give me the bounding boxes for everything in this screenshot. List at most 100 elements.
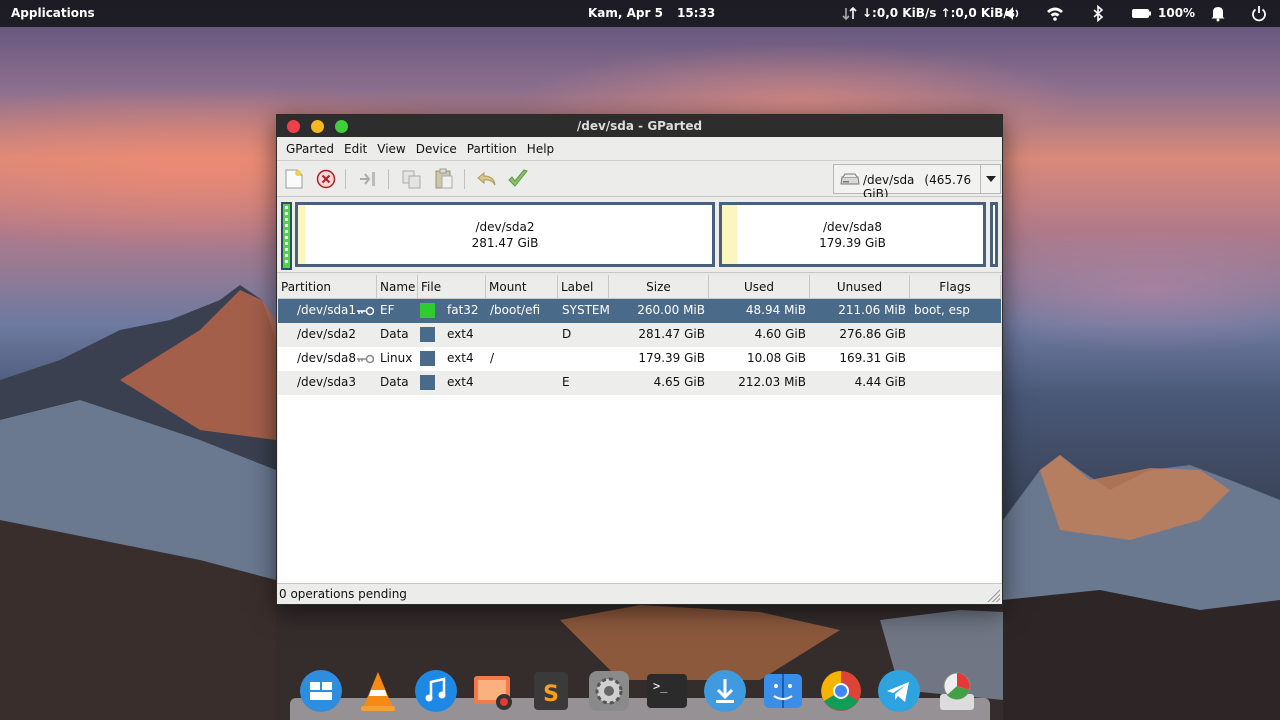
status-bar: 0 operations pending [277, 583, 1002, 604]
menu-help[interactable]: Help [522, 137, 559, 156]
chrome-icon[interactable] [818, 668, 864, 714]
wifi-icon[interactable] [1046, 5, 1064, 22]
menu-gparted[interactable]: GParted [281, 137, 339, 156]
network-activity-icon[interactable] [841, 5, 859, 22]
column-mount-point[interactable]: Mount Point [486, 275, 558, 318]
column-used[interactable]: Used [709, 275, 810, 299]
undo-icon[interactable] [475, 167, 499, 191]
device-name: /dev/sda [863, 173, 915, 187]
filesystem-color-swatch [420, 351, 435, 366]
partition-label: SYSTEM [562, 303, 610, 317]
column-unused[interactable]: Unused [810, 275, 910, 299]
resize-move-icon[interactable] [357, 167, 381, 191]
notification-bell-icon[interactable] [1209, 5, 1227, 22]
disk-map-partition-sda2[interactable]: /dev/sda2 281.47 GiB [295, 202, 715, 267]
column-label[interactable]: Label [558, 275, 609, 299]
table-row[interactable]: /dev/sda2 Data ext4 D 281.47 GiB 4.60 GiB 276.… [278, 323, 1001, 347]
music-icon[interactable] [413, 668, 459, 714]
maximize-window-button[interactable] [335, 120, 348, 133]
disk-map-partition-name: /dev/sda2 [475, 220, 535, 234]
delete-partition-icon[interactable] [314, 167, 338, 191]
files-icon[interactable] [760, 668, 806, 714]
partition-label: D [562, 327, 572, 341]
paste-icon[interactable] [432, 167, 456, 191]
column-size[interactable]: Size [609, 275, 709, 299]
bluetooth-icon[interactable] [1089, 4, 1107, 23]
system-settings-icon[interactable] [586, 668, 632, 714]
screenshot-icon[interactable] [470, 668, 516, 714]
chevron-down-icon [986, 176, 996, 182]
copy-icon[interactable] [400, 167, 424, 191]
window-title: /dev/sda - GParted [576, 119, 703, 133]
operations-pending-status: 0 operations pending [279, 587, 407, 601]
table-row[interactable]: /dev/sda1 EF fat32/boot/efi SYSTEM 260.00 Mi… [278, 299, 1001, 323]
table-row[interactable]: /dev/sda3 Data ext4 E 4.65 GiB 212.03 MiB 4.44… [278, 371, 1001, 395]
menu-device[interactable]: Device [411, 137, 462, 156]
partition-unused: 4.44 GiB [854, 375, 906, 389]
applications-menu[interactable]: Applications [11, 6, 95, 20]
file-system: ext4 [447, 351, 474, 365]
file-system: ext4 [447, 327, 474, 341]
sublime-text-icon[interactable]: S [528, 668, 574, 714]
minimize-window-button[interactable] [311, 120, 324, 133]
partition-name: Data [380, 375, 409, 389]
column-partition[interactable]: Partition [278, 275, 377, 299]
column-file-system[interactable]: File System [418, 275, 486, 318]
table-row[interactable]: /dev/sda8 Linux ext4 / 179.39 GiB 10.08 GiB 16… [278, 347, 1001, 371]
window-titlebar[interactable]: /dev/sda - GParted [277, 115, 1002, 137]
column-flags[interactable]: Flags [910, 275, 1001, 299]
menu-edit[interactable]: Edit [339, 137, 372, 156]
disk-map-partition-sda8[interactable]: /dev/sda8 179.39 GiB [719, 202, 986, 267]
partition-label: E [562, 375, 570, 389]
apply-icon[interactable] [506, 167, 530, 191]
close-window-button[interactable] [287, 120, 300, 133]
menu-view[interactable]: View [372, 137, 410, 156]
volume-icon[interactable] [1004, 5, 1022, 22]
device-selector[interactable]: /dev/sda (465.76 GiB) [833, 164, 1001, 201]
partition-path: /dev/sda2 [297, 327, 357, 341]
table-header: Partition Name File System Mount Point L… [278, 275, 1001, 318]
filesystem-color-swatch [420, 327, 435, 342]
disk-map-partition-size: 281.47 GiB [471, 236, 539, 250]
resize-grip-icon[interactable] [986, 588, 1000, 602]
new-partition-icon[interactable] [282, 167, 306, 191]
app-center-icon[interactable] [702, 668, 748, 714]
file-system: fat32 [447, 303, 479, 317]
table-body: /dev/sda1 EF fat32/boot/efi SYSTEM 260.00 Mi… [278, 299, 1001, 395]
multitasking-view-icon[interactable] [298, 668, 344, 714]
device-dropdown-button[interactable] [980, 165, 1000, 193]
top-panel: Applications Kam, Apr 5 15:33 ↓:0,0 KiB/s… [0, 0, 1280, 27]
disk-map-partition-name: /dev/sda8 [822, 220, 883, 234]
partition-unused: 276.86 GiB [839, 327, 906, 341]
partition-size: 4.65 GiB [653, 375, 705, 389]
partition-path: /dev/sda3 [297, 375, 357, 389]
partition-used: 212.03 MiB [738, 375, 806, 389]
vlc-icon[interactable] [355, 668, 401, 714]
filesystem-color-swatch [420, 375, 435, 390]
svg-text:>_: >_ [653, 679, 668, 693]
hard-disk-icon [840, 173, 860, 185]
power-icon[interactable] [1250, 5, 1268, 22]
telegram-icon[interactable] [876, 668, 922, 714]
filesystem-color-swatch [420, 303, 435, 318]
menu-partition[interactable]: Partition [462, 137, 522, 156]
toolbar-separator [345, 169, 346, 189]
mount-point: / [490, 351, 495, 365]
mount-point: /boot/efi [490, 303, 541, 317]
disk-map-partition-sda3[interactable] [990, 202, 998, 267]
battery-icon[interactable] [1131, 5, 1153, 22]
gparted-window: /dev/sda - GParted GParted Edit View Device… [276, 114, 1003, 605]
partition-size: 179.39 GiB [638, 351, 705, 365]
partition-unused: 211.06 MiB [838, 303, 906, 317]
column-name[interactable]: Name [377, 275, 418, 299]
partition-name: Linux [380, 351, 413, 365]
gparted-icon[interactable] [934, 668, 980, 714]
panel-clock[interactable]: Kam, Apr 5 15:33 [588, 6, 729, 20]
toolbar-separator [388, 169, 389, 189]
disk-map-partition-sda1[interactable] [281, 202, 292, 270]
terminal-icon[interactable]: >_ [644, 668, 690, 714]
toolbar-separator [464, 169, 465, 189]
disk-map: /dev/sda2 281.47 GiB /dev/sda8 179.39 GiB [277, 197, 1002, 273]
toolbar: /dev/sda (465.76 GiB) [277, 161, 1002, 201]
network-speed: ↓:0,0 KiB/s ↑:0,0 KiB/s [862, 6, 1015, 20]
